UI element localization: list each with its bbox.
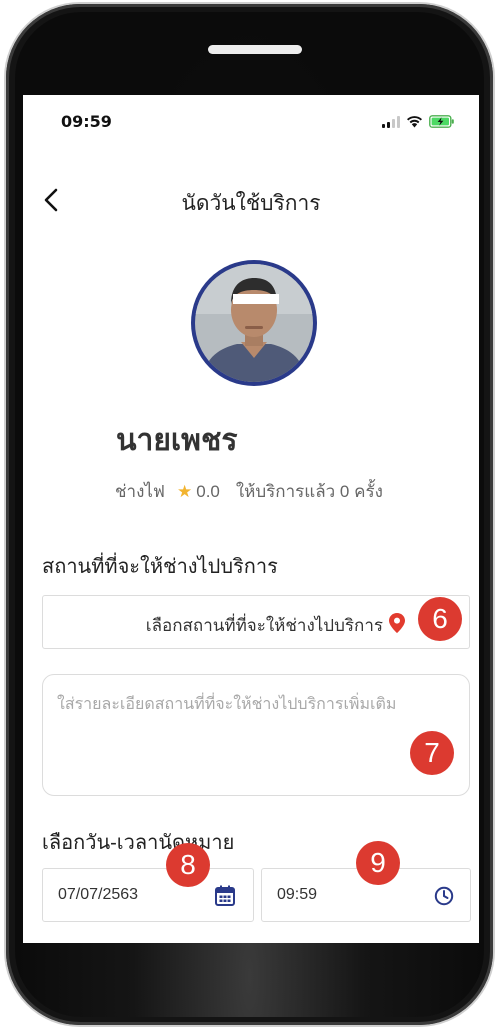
- wifi-icon: [407, 116, 422, 128]
- location-section-label: สถานที่ที่จะให้ช่างไปบริการ: [42, 556, 278, 578]
- provider-served-count: ให้บริการแล้ว 0 ครั้ง: [235, 482, 383, 501]
- page-title: นัดวันใช้บริการ: [181, 192, 321, 215]
- avatar: [191, 260, 317, 386]
- provider-rating: 0.0: [196, 481, 220, 501]
- location-details-placeholder: ใส่รายละเอียดสถานที่ที่จะให้ช่างไปบริการ…: [57, 696, 397, 713]
- status-time: 09:59: [61, 112, 112, 131]
- step-badge-6: 6: [418, 597, 462, 641]
- step-badge-7: 7: [410, 731, 454, 775]
- phone-speaker: [208, 45, 302, 54]
- location-select[interactable]: เลือกสถานที่ที่จะให้ช่างไปบริการ: [42, 595, 470, 649]
- date-field[interactable]: 07/07/2563: [42, 868, 254, 922]
- status-icons: [382, 114, 455, 128]
- star-icon: ★: [176, 481, 193, 501]
- battery-charging-icon: [429, 115, 454, 128]
- time-value: 09:59: [277, 886, 318, 903]
- step-badge-9: 9: [356, 841, 400, 885]
- location-select-text: เลือกสถานที่ที่จะให้ช่างไปบริการ: [145, 616, 383, 635]
- provider-name: นายเพชร: [116, 424, 238, 457]
- provider-meta: ช่างไฟ ★ 0.0 ให้บริการแล้ว 0 ครั้ง: [115, 478, 383, 505]
- provider-occupation: ช่างไฟ: [115, 482, 165, 501]
- signal-bars-icon: [382, 116, 400, 128]
- avatar-photo: [195, 264, 313, 382]
- clock-icon: [434, 886, 454, 906]
- app-screen: 09:59 นัดวันใช้บริการ นายเพชร ช่างไฟ ★ 0…: [23, 95, 479, 943]
- step-badge-8: 8: [166, 843, 210, 887]
- date-value: 07/07/2563: [58, 886, 139, 903]
- location-details-input[interactable]: ใส่รายละเอียดสถานที่ที่จะให้ช่างไปบริการ…: [42, 674, 470, 796]
- calendar-icon: [215, 885, 235, 906]
- map-pin-icon: [389, 613, 405, 633]
